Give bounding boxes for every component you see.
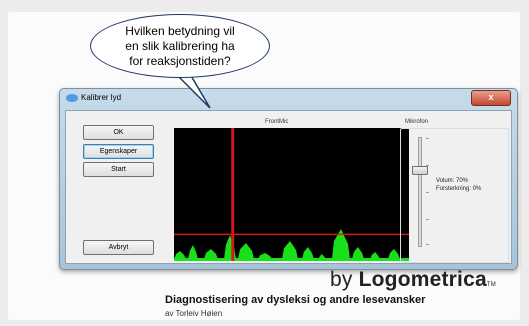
callout-text: Hvilken betydning vil en slik kalibrerin… <box>125 23 235 68</box>
callout-bubble: Hvilken betydning vil en slik kalibrerin… <box>90 14 270 78</box>
